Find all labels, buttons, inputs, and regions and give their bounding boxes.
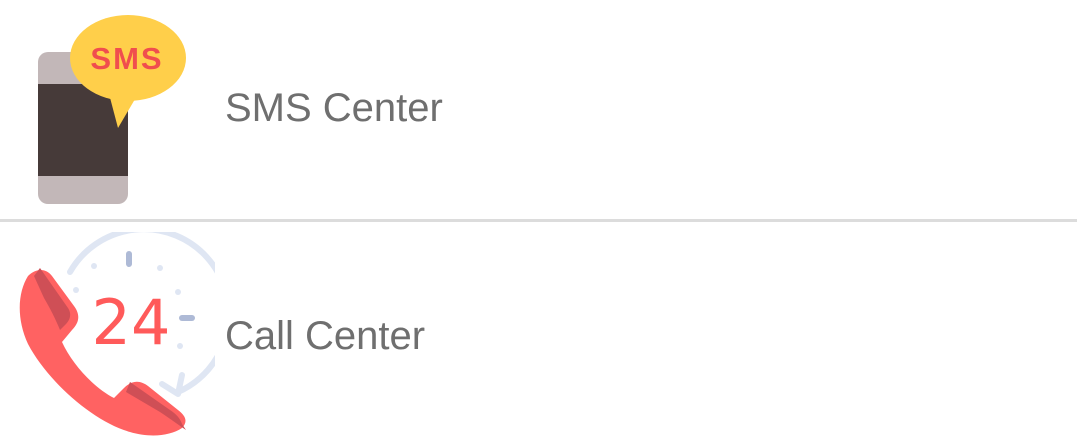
sms-phone-icon: SMS <box>30 8 190 208</box>
call-badge-text: 24 <box>92 286 171 359</box>
menu-item-label: Call Center <box>225 314 426 358</box>
menu-list: SMS SMS Center 24 Call Center <box>0 0 1077 446</box>
menu-item-call-center[interactable]: 24 Call Center <box>0 222 1077 446</box>
menu-item-sms-center[interactable]: SMS SMS Center <box>0 0 1077 220</box>
menu-item-label: SMS Center <box>225 86 443 130</box>
call-center-24-icon: 24 <box>10 232 215 437</box>
sms-badge-text: SMS <box>90 41 163 76</box>
